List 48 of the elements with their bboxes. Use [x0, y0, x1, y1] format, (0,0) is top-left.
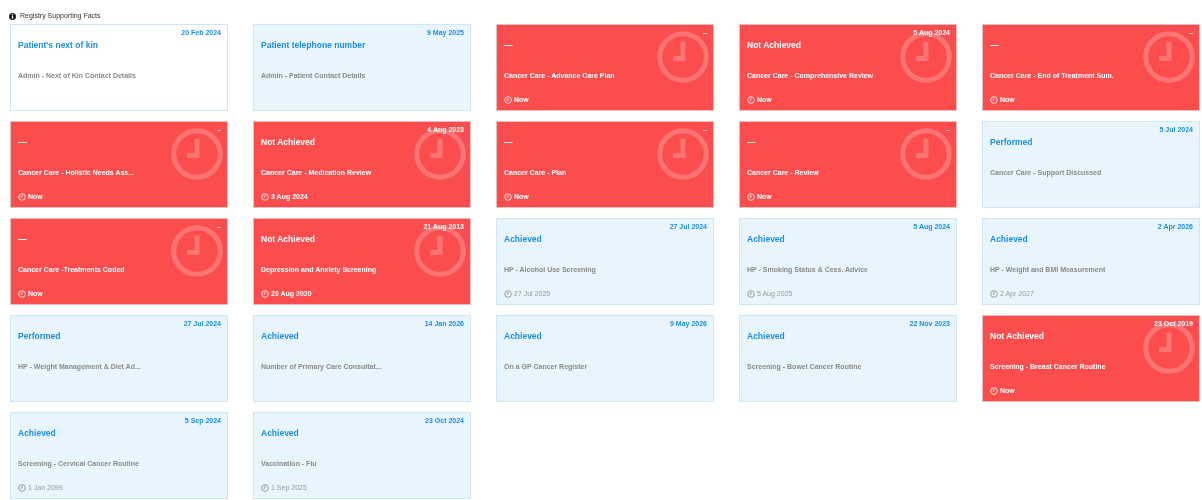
card-status: Achieved	[747, 233, 785, 246]
clock-watermark-icon	[412, 126, 468, 182]
clock-watermark-icon	[1141, 320, 1197, 376]
card-status: —	[504, 136, 513, 149]
info-icon	[9, 12, 16, 20]
card-status: Patient's next of kin	[18, 39, 98, 52]
card-status: —	[990, 39, 999, 52]
clock-icon	[747, 95, 755, 104]
card-status: Not Achieved	[747, 39, 801, 52]
clock-icon	[504, 95, 512, 104]
card-status: Not Achieved	[261, 136, 315, 149]
clock-icon	[504, 289, 512, 298]
clock-watermark-icon	[169, 126, 225, 182]
clock-icon	[990, 386, 998, 395]
clock-watermark-icon	[169, 223, 225, 279]
clock-icon	[990, 95, 998, 104]
card-status: Achieved	[990, 233, 1028, 246]
card-status: —	[18, 136, 27, 149]
clock-icon	[504, 192, 512, 201]
clock-icon	[747, 192, 755, 201]
card-status: Performed	[18, 330, 61, 343]
card-status: —	[747, 136, 756, 149]
clock-icon	[261, 192, 269, 201]
card-status: —	[18, 233, 27, 246]
card-status: Achieved	[504, 330, 542, 343]
clock-icon	[261, 483, 269, 492]
card-status: Patient telephone number	[261, 39, 366, 52]
clock-watermark-icon	[898, 126, 954, 182]
clock-icon	[747, 289, 755, 298]
clock-watermark-icon	[655, 126, 711, 182]
card-status: Not Achieved	[261, 233, 315, 246]
card-status: Achieved	[504, 233, 542, 246]
clock-icon	[18, 289, 26, 298]
card-status: Not Achieved	[990, 330, 1044, 343]
clock-watermark-icon	[655, 29, 711, 85]
clock-icon	[261, 289, 269, 298]
clock-icon	[990, 289, 998, 298]
clock-watermark-icon	[898, 29, 954, 85]
clock-watermark-icon	[1141, 29, 1197, 85]
clock-watermark-icon	[412, 223, 468, 279]
clock-icon	[18, 192, 26, 201]
card-status: Achieved	[747, 330, 785, 343]
card-status: Performed	[990, 136, 1033, 149]
card-status: Achieved	[18, 427, 56, 440]
card-status: Achieved	[261, 330, 299, 343]
card-status: —	[504, 39, 513, 52]
card-status: Achieved	[261, 427, 299, 440]
clock-icon	[18, 483, 26, 492]
